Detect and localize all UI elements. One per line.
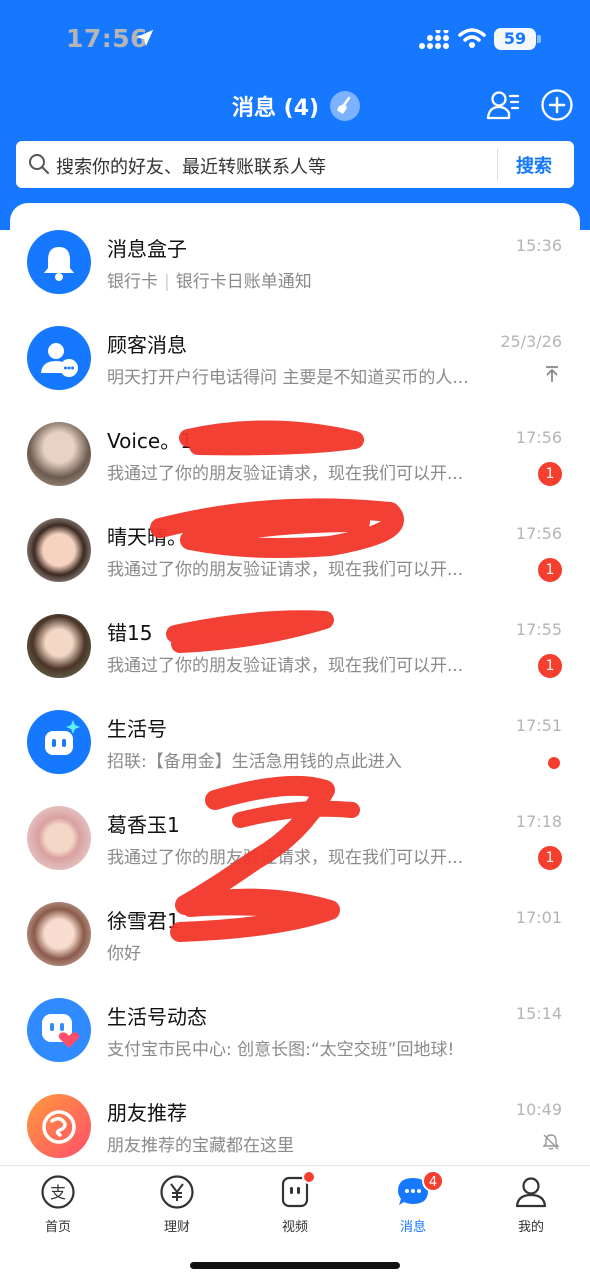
search-bar[interactable]: 搜索你的好友、最近转账联系人等 搜索 bbox=[16, 141, 574, 188]
message-time: 10:49 bbox=[515, 1100, 562, 1119]
message-name: Voice。1 bbox=[107, 429, 193, 453]
tab-label: 首页 bbox=[44, 1220, 71, 1235]
message-name: 晴天晴。 bbox=[107, 525, 187, 549]
tab-label: 我的 bbox=[517, 1220, 544, 1235]
message-name: 葛香玉1 bbox=[107, 813, 180, 837]
contact-avatar bbox=[27, 806, 91, 870]
unread-dot bbox=[548, 757, 560, 769]
message-name: 生活号 bbox=[107, 717, 167, 741]
tab-wealth[interactable]: 理财 bbox=[137, 1174, 217, 1244]
message-preview: 朋友推荐的宝藏都在这里 bbox=[107, 1136, 294, 1156]
friend-recommend-icon bbox=[27, 1094, 91, 1158]
message-row-life-feed[interactable]: 生活号动态 支付宝市民中心: 创意长图:“太空交班”回地球! 15:14 bbox=[10, 971, 580, 1067]
contact-avatar bbox=[27, 518, 91, 582]
message-row-customer[interactable]: 顾客消息 明天打开户行电话得问 主要是不知道买币的人... 25/3/26 bbox=[10, 299, 580, 395]
mute-bell-icon bbox=[542, 1134, 560, 1150]
bell-icon bbox=[27, 230, 91, 294]
wifi-icon bbox=[458, 28, 486, 48]
message-name: 顾客消息 bbox=[107, 333, 187, 357]
message-row-contact[interactable]: 葛香玉1 我通过了你的朋友验证请求，现在我们可以开... 17:18 1 bbox=[10, 779, 580, 875]
message-time: 25/3/26 bbox=[500, 332, 562, 351]
home-indicator[interactable] bbox=[190, 1262, 400, 1269]
title-bar: 消息 (4) bbox=[0, 80, 590, 136]
message-preview: 我通过了你的朋友验证请求，现在我们可以开... bbox=[107, 560, 464, 580]
contact-avatar bbox=[27, 614, 91, 678]
message-time: 15:14 bbox=[515, 1004, 562, 1023]
message-time: 17:55 bbox=[515, 620, 562, 639]
unread-badge: 1 bbox=[538, 462, 562, 486]
location-arrow-icon bbox=[136, 29, 154, 47]
message-name: 消息盒子 bbox=[107, 237, 187, 261]
page-title: 消息 (4) bbox=[232, 96, 320, 121]
message-time: 15:36 bbox=[515, 236, 562, 255]
search-input[interactable]: 搜索你的好友、最近转账联系人等 bbox=[56, 153, 326, 179]
message-time: 17:51 bbox=[515, 716, 562, 735]
battery-cap bbox=[537, 35, 541, 43]
tab-label: 消息 bbox=[399, 1220, 426, 1235]
message-preview: 我通过了你的朋友验证请求，现在我们可以开... bbox=[107, 848, 464, 868]
tab-home[interactable]: 支 首页 bbox=[18, 1174, 98, 1244]
pin-icon bbox=[546, 366, 558, 382]
contact-avatar bbox=[27, 902, 91, 966]
life-account-icon bbox=[27, 710, 91, 774]
message-time: 17:01 bbox=[515, 908, 562, 927]
message-row-contact[interactable]: 晴天晴。 我通过了你的朋友验证请求，现在我们可以开... 17:56 1 bbox=[10, 491, 580, 587]
message-name: 朋友推荐 bbox=[107, 1101, 187, 1125]
message-row-contact[interactable]: 徐雪君1 你好 17:01 bbox=[10, 875, 580, 971]
search-icon bbox=[29, 154, 49, 174]
contact-avatar bbox=[27, 422, 91, 486]
search-button[interactable]: 搜索 bbox=[516, 152, 552, 178]
message-preview: 银行卡日账单通知 bbox=[175, 272, 312, 292]
message-preview: 我通过了你的朋友验证请求，现在我们可以开... bbox=[107, 656, 464, 676]
message-preview: 你好 bbox=[107, 944, 141, 964]
status-bar: 17:56 59 bbox=[0, 0, 590, 80]
message-preview: 明天打开户行电话得问 主要是不知道买币的人... bbox=[107, 368, 469, 388]
svg-text:支: 支 bbox=[50, 1183, 66, 1202]
signal-icon bbox=[419, 30, 449, 49]
life-feed-icon bbox=[27, 998, 91, 1062]
message-name: 徐雪君1 bbox=[107, 909, 180, 933]
message-row-box[interactable]: 消息盒子 银行卡 | 银行卡日账单通知 15:36 bbox=[10, 203, 580, 299]
yuan-icon bbox=[160, 1175, 194, 1209]
message-preview: 我通过了你的朋友验证请求，现在我们可以开... bbox=[107, 464, 464, 484]
message-time: 17:56 bbox=[515, 428, 562, 447]
message-time: 17:18 bbox=[515, 812, 562, 831]
tab-label: 视频 bbox=[281, 1220, 308, 1235]
battery-indicator: 59 bbox=[494, 28, 536, 50]
message-tag: 银行卡 bbox=[107, 272, 158, 292]
message-row-life[interactable]: 生活号 招联:【备用金】生活急用钱的点此进入 17:51 bbox=[10, 683, 580, 779]
messages-tab-badge: 4 bbox=[422, 1170, 444, 1192]
video-tab-dot bbox=[302, 1170, 316, 1184]
message-row-contact[interactable]: Voice。1 我通过了你的朋友验证请求，现在我们可以开... 17:56 1 bbox=[10, 395, 580, 491]
add-icon[interactable] bbox=[540, 88, 574, 122]
message-name: 错15 bbox=[107, 621, 153, 645]
message-row-contact[interactable]: 错15 我通过了你的朋友验证请求，现在我们可以开... 17:55 1 bbox=[10, 587, 580, 683]
unread-badge: 1 bbox=[538, 558, 562, 582]
message-row-friend-recommend[interactable]: 朋友推荐 朋友推荐的宝藏都在这里 10:49 bbox=[10, 1067, 580, 1163]
alipay-icon: 支 bbox=[41, 1175, 75, 1209]
tab-label: 理财 bbox=[163, 1220, 190, 1235]
tag-separator: | bbox=[164, 272, 170, 292]
message-preview: 支付宝市民中心: 创意长图:“太空交班”回地球! bbox=[107, 1040, 455, 1060]
unread-badge: 1 bbox=[538, 654, 562, 678]
tab-me[interactable]: 我的 bbox=[491, 1174, 571, 1244]
message-name: 生活号动态 bbox=[107, 1005, 207, 1029]
tab-video[interactable]: 视频 bbox=[255, 1174, 335, 1244]
message-list: 消息盒子 银行卡 | 银行卡日账单通知 15:36 顾客消息 明天打开户行电话得问 … bbox=[10, 203, 580, 1165]
message-time: 17:56 bbox=[515, 524, 562, 543]
message-subtitle: 银行卡 | 银行卡日账单通知 bbox=[107, 267, 517, 292]
broom-icon[interactable] bbox=[330, 91, 360, 121]
search-divider bbox=[497, 149, 498, 180]
message-preview: 招联:【备用金】生活急用钱的点此进入 bbox=[107, 752, 402, 772]
unread-badge: 1 bbox=[538, 846, 562, 870]
customer-service-icon bbox=[27, 326, 91, 390]
contacts-icon[interactable] bbox=[486, 88, 520, 122]
user-icon bbox=[515, 1177, 547, 1208]
